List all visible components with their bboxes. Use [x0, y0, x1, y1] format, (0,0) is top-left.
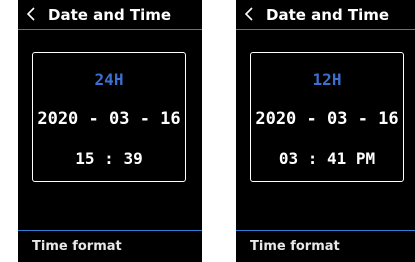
- date-time-display: 12H 2020 - 03 - 16 03 : 41 PM: [250, 52, 404, 182]
- device-screen-12h: Date and Time 12H 2020 - 03 - 16 03 : 41…: [236, 0, 415, 262]
- time-value: 03 : 41 PM: [278, 149, 376, 168]
- time-format-indicator: 24H: [94, 70, 124, 89]
- time-format-label: Time format: [250, 239, 340, 254]
- page-title: Date and Time: [48, 6, 172, 24]
- device-screen-24h: Date and Time 24H 2020 - 03 - 16 15 : 39…: [18, 0, 202, 262]
- time-format-menu-item[interactable]: Time format: [18, 230, 202, 262]
- time-format-label: Time format: [32, 239, 122, 254]
- header-bar: Date and Time: [236, 0, 415, 30]
- chevron-left-icon[interactable]: [24, 5, 38, 23]
- date-time-display: 24H 2020 - 03 - 16 15 : 39: [32, 52, 186, 182]
- header-bar: Date and Time: [18, 0, 202, 30]
- time-format-menu-item[interactable]: Time format: [236, 230, 415, 262]
- date-value: 2020 - 03 - 16: [37, 109, 181, 129]
- time-format-indicator: 12H: [312, 70, 342, 89]
- time-value: 15 : 39: [75, 149, 143, 168]
- date-value: 2020 - 03 - 16: [255, 109, 399, 129]
- chevron-left-icon[interactable]: [242, 5, 256, 23]
- page-title: Date and Time: [266, 6, 390, 24]
